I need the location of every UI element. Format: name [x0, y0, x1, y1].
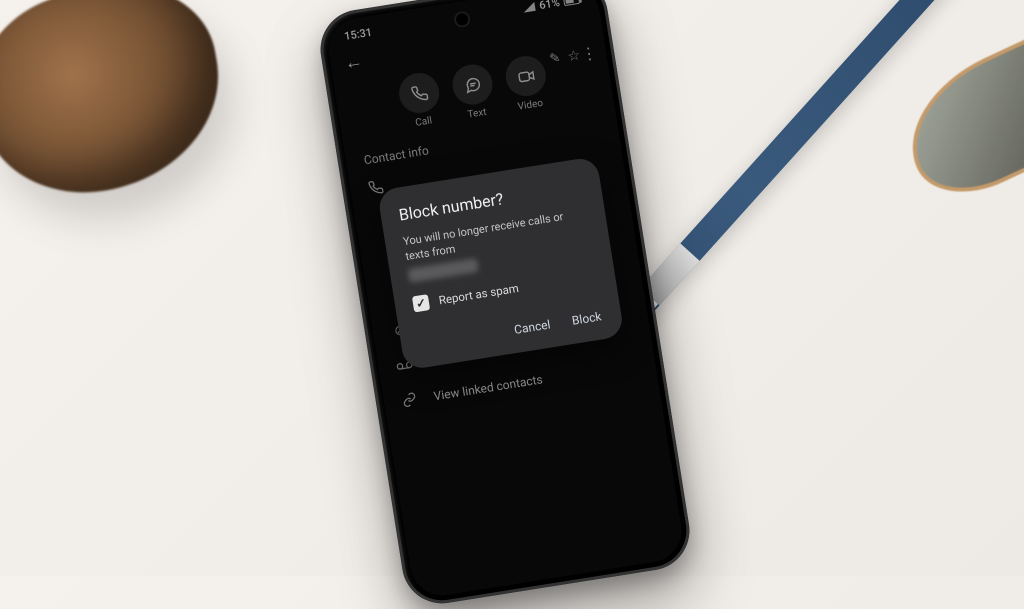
pinecone-prop [0, 0, 236, 209]
block-number-dialog: Block number? You will no longer receive… [377, 156, 625, 370]
report-spam-label: Report as spam [438, 281, 520, 307]
cancel-button[interactable]: Cancel [513, 317, 551, 337]
phone-device: 15:31 61% ← Call Tex [315, 0, 695, 609]
sunglasses-prop [887, 28, 1024, 213]
checkbox-checked-icon: ✓ [412, 294, 430, 312]
block-button[interactable]: Block [571, 309, 602, 327]
phone-screen: 15:31 61% ← Call Tex [324, 0, 686, 600]
